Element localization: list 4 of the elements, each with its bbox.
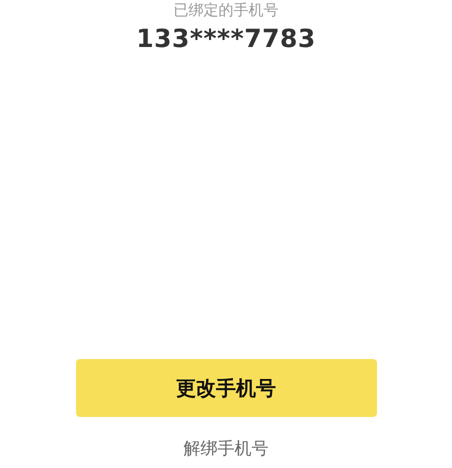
change-phone-button[interactable]: 更改手机号 (76, 358, 376, 416)
phone-label: 已绑定的手机号 (174, 1, 278, 19)
phone-number: 133****7783 (136, 23, 316, 55)
unbind-phone-link[interactable]: 解绑手机号 (184, 436, 268, 462)
